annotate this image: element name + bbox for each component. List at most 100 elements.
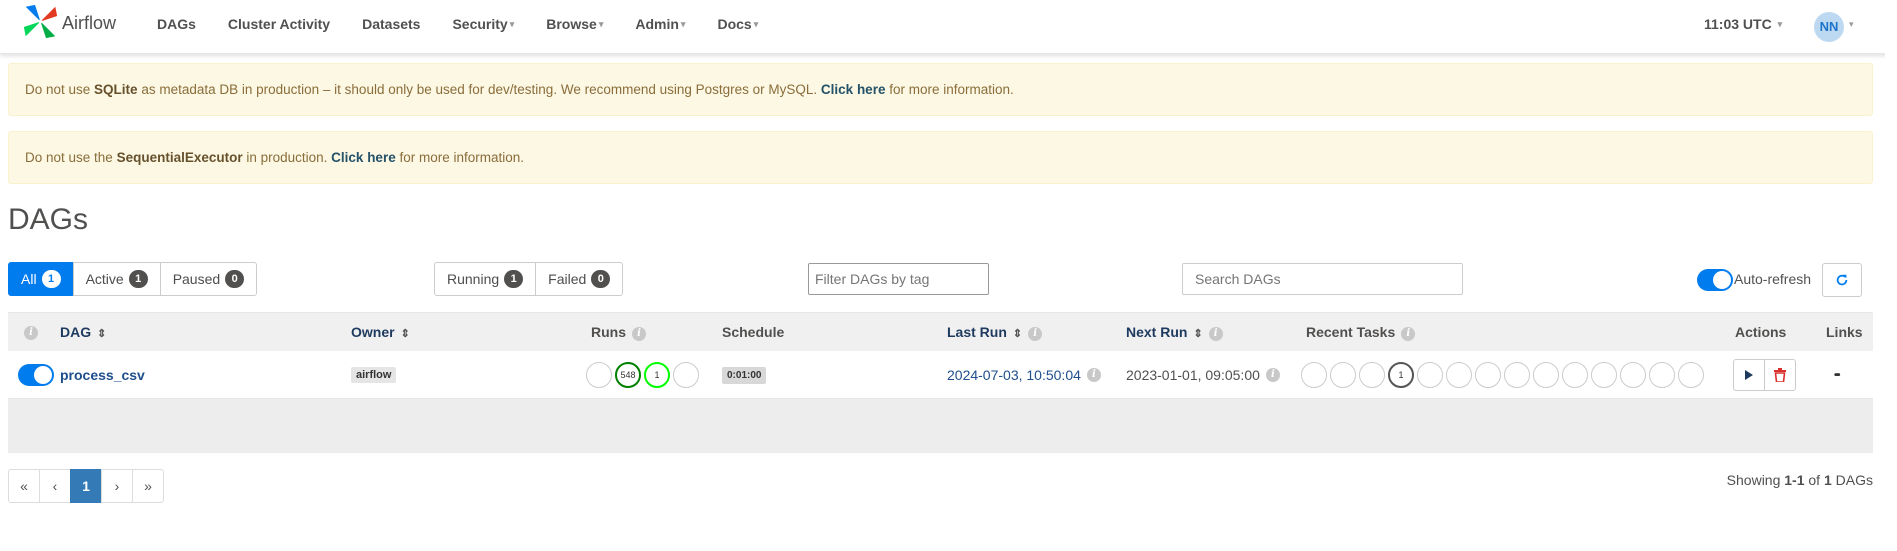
nav-dags[interactable]: DAGs <box>157 16 196 32</box>
task-state-circle[interactable] <box>1330 362 1356 388</box>
links-header: Links <box>1826 324 1863 340</box>
filter-label: Running <box>447 271 500 287</box>
sort-icon: ⇕ <box>400 328 410 340</box>
filter-label: Failed <box>548 271 587 287</box>
first-page-button[interactable]: « <box>8 469 40 503</box>
dag-pause-toggle[interactable] <box>18 364 54 386</box>
user-menu-chevron-icon[interactable]: ▾ <box>1849 19 1854 30</box>
dag-id-link[interactable]: process_csv <box>60 367 145 383</box>
task-state-circle[interactable] <box>1678 362 1704 388</box>
nav-datasets[interactable]: Datasets <box>362 16 420 32</box>
header-label: Owner <box>351 324 395 340</box>
nav-docs-label: Docs <box>717 16 752 32</box>
pagination: « ‹ 1 › » <box>8 469 164 503</box>
brand-name: Airflow <box>62 13 117 33</box>
dag-runs-circles: 548 1 <box>586 351 702 399</box>
task-state-circle[interactable] <box>1533 362 1559 388</box>
chevron-down-icon: ▾ <box>680 19 686 29</box>
header-label: Last Run <box>947 324 1007 340</box>
showing-text: Showing <box>1726 472 1785 488</box>
scrollbar-track[interactable] <box>1885 0 1897 551</box>
alert-strong-text: SQLite <box>94 82 138 97</box>
filter-all-button[interactable]: All 1 <box>8 262 74 296</box>
last-page-button[interactable]: » <box>132 469 164 503</box>
alert-text: Do not use <box>25 82 95 97</box>
schedule-tag[interactable]: 0:01:00 <box>722 366 767 384</box>
play-icon <box>1745 370 1753 380</box>
nav-admin-label: Admin <box>635 16 679 32</box>
chevron-down-icon: ▾ <box>753 19 759 29</box>
task-state-circle[interactable] <box>1562 362 1588 388</box>
sort-last-run-header[interactable]: Last Run ⇕ i <box>947 324 1043 341</box>
main-nav: DAGs Cluster Activity Datasets Security ▾… <box>157 16 790 32</box>
user-avatar[interactable]: NN <box>1814 12 1844 42</box>
run-state-running[interactable]: 1 <box>644 362 670 388</box>
sort-dag-header[interactable]: DAG ⇕ <box>60 324 106 340</box>
page-title: DAGs <box>8 203 89 236</box>
owner-tag[interactable]: airflow <box>351 367 397 383</box>
filter-running-button[interactable]: Running 1 <box>434 262 537 296</box>
timezone-dropdown[interactable]: 11:03 UTC ▾ <box>1704 16 1782 32</box>
auto-refresh-toggle[interactable] <box>1697 269 1733 291</box>
chevron-down-icon: ▾ <box>598 19 604 29</box>
filter-failed-button[interactable]: Failed 0 <box>535 262 624 296</box>
select-all-info-icon[interactable]: i <box>18 323 38 340</box>
last-run-link[interactable]: 2024-07-03, 10:50:04 <box>947 367 1081 383</box>
nav-datasets-label: Datasets <box>362 16 421 32</box>
refresh-icon <box>1836 274 1848 286</box>
sort-owner-header[interactable]: Owner ⇕ <box>351 324 410 340</box>
filter-active-button[interactable]: Active 1 <box>72 262 161 296</box>
clock-time: 11:03 UTC <box>1704 16 1772 32</box>
prev-page-button[interactable]: ‹ <box>39 469 71 503</box>
info-icon[interactable]: i <box>1401 327 1416 341</box>
nav-docs-dropdown[interactable]: Docs ▾ <box>717 16 758 32</box>
alert-text: as metadata DB in production – it should… <box>137 82 821 97</box>
run-state-failed[interactable] <box>673 362 699 388</box>
info-icon[interactable]: i <box>1208 327 1223 341</box>
task-state-circle[interactable] <box>1417 362 1443 388</box>
nav-cluster-activity[interactable]: Cluster Activity <box>228 16 330 32</box>
nav-browse-dropdown[interactable]: Browse ▾ <box>546 16 603 32</box>
info-icon[interactable]: i <box>1086 368 1101 382</box>
next-page-button[interactable]: › <box>101 469 133 503</box>
filter-paused-button[interactable]: Paused 0 <box>159 262 258 296</box>
header-label: Recent Tasks <box>1306 324 1396 340</box>
search-dags-input[interactable] <box>1182 263 1463 295</box>
refresh-button[interactable] <box>1822 263 1862 297</box>
info-icon[interactable]: i <box>1028 327 1043 341</box>
trigger-dag-button[interactable] <box>1733 359 1765 391</box>
brand-logo-link[interactable]: Airflow <box>22 3 116 40</box>
task-state-circle[interactable] <box>1591 362 1617 388</box>
filter-label: All <box>21 271 37 287</box>
info-icon[interactable]: i <box>632 327 646 341</box>
task-state-circle[interactable] <box>1649 362 1675 388</box>
task-state-circle[interactable]: 1 <box>1388 362 1414 388</box>
showing-total: 1 <box>1823 472 1832 488</box>
delete-dag-button[interactable] <box>1764 359 1796 391</box>
run-state-success[interactable]: 548 <box>615 362 641 388</box>
nav-admin-dropdown[interactable]: Admin ▾ <box>635 16 685 32</box>
page-1-button[interactable]: 1 <box>70 469 102 503</box>
alert-text: in production. <box>242 150 332 165</box>
task-state-circle[interactable] <box>1446 362 1472 388</box>
tag-filter-input[interactable] <box>808 263 989 295</box>
run-state-queued[interactable] <box>586 362 612 388</box>
nav-security-dropdown[interactable]: Security ▾ <box>452 16 514 32</box>
recent-tasks-circles: 1 <box>1301 351 1707 399</box>
showing-text: of <box>1804 472 1824 488</box>
executor-info-link[interactable]: Click here <box>331 150 396 165</box>
state-filter-group: Running 1 Failed 0 <box>434 262 624 296</box>
sort-next-run-header[interactable]: Next Run ⇕ i <box>1126 324 1223 341</box>
sort-icon: ⇕ <box>97 328 107 340</box>
task-state-circle[interactable] <box>1475 362 1501 388</box>
showing-text: DAGs <box>1831 472 1873 488</box>
task-state-circle[interactable] <box>1620 362 1646 388</box>
info-icon[interactable]: i <box>1265 368 1280 382</box>
sqlite-info-link[interactable]: Click here <box>821 82 886 97</box>
info-icon: i <box>24 326 38 340</box>
more-links-icon[interactable]: ••• <box>1834 370 1840 381</box>
task-state-circle[interactable] <box>1359 362 1385 388</box>
dags-table: i DAG ⇕ Owner ⇕ Runs i Schedule Last Run ⇕ i … <box>8 312 1873 453</box>
task-state-circle[interactable] <box>1504 362 1530 388</box>
task-state-circle[interactable] <box>1301 362 1327 388</box>
